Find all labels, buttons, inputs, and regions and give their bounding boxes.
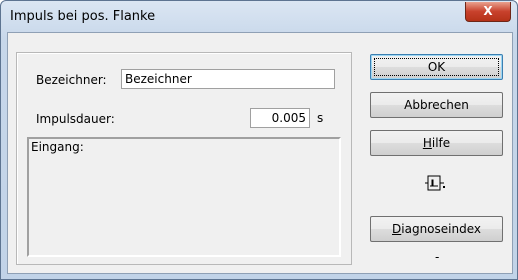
cancel-button-label: Abbrechen: [404, 98, 469, 112]
duration-input[interactable]: 0.005: [250, 108, 310, 128]
dialog-window: Impuls bei pos. Flanke X Bezeichner: Bez…: [0, 0, 518, 280]
dialog-client-area: Bezeichner: Bezeichner Impulsdauer: 0.00…: [7, 32, 513, 274]
window-title: Impuls bei pos. Flanke: [10, 9, 156, 24]
diagnose-index-button[interactable]: Diagnoseindex: [370, 216, 503, 242]
duration-unit: s: [317, 111, 324, 125]
diagnose-index-value: -: [435, 250, 440, 264]
duration-label: Impulsdauer:: [36, 112, 115, 126]
name-label: Bezeichner:: [36, 73, 107, 87]
close-button[interactable]: X: [465, 2, 511, 22]
cancel-button[interactable]: Abbrechen: [370, 92, 503, 118]
pulse-block-icon: [425, 174, 447, 192]
input-connection-panel: Eingang:: [27, 137, 341, 257]
parameters-group: Bezeichner: Bezeichner Impulsdauer: 0.00…: [16, 52, 352, 265]
close-icon: X: [483, 4, 493, 18]
name-input[interactable]: Bezeichner: [121, 69, 335, 89]
diagnose-index-button-label: Diagnoseindex: [392, 222, 481, 236]
input-label: Eingang:: [31, 140, 84, 154]
ok-button-label: OK: [427, 60, 446, 74]
ok-button[interactable]: OK: [370, 54, 503, 80]
help-button-label: Hilfe: [422, 136, 451, 150]
help-button[interactable]: Hilfe: [370, 130, 503, 156]
